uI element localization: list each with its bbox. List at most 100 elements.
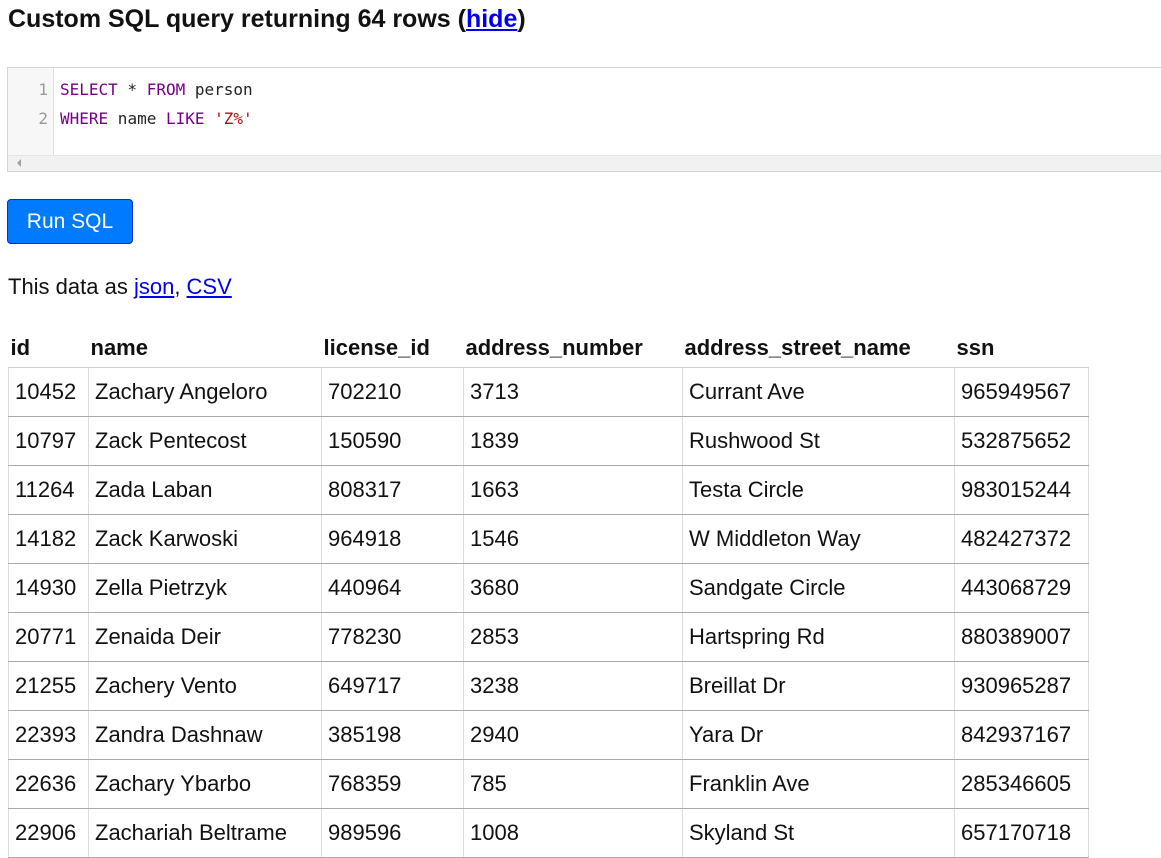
cell-address-street-name: Hartspring Rd	[682, 612, 955, 662]
cell-name: Zack Pentecost	[88, 416, 322, 466]
column-header-id: id	[8, 329, 89, 368]
sql-keyword: FROM	[146, 80, 186, 99]
line-code: WHERE name LIKE 'Z%'	[60, 104, 253, 133]
cell-ssn: 983015244	[954, 465, 1089, 515]
line-number: 2	[38, 109, 48, 128]
cell-address-street-name: Franklin Ave	[682, 759, 955, 809]
scroll-left-icon[interactable]	[17, 159, 21, 167]
page-title-suffix: )	[517, 5, 526, 33]
cell-id: 10797	[8, 416, 89, 466]
table-row: 10452 Zachary Angeloro 702210 3713 Currant A…	[8, 367, 1089, 417]
cell-license-id: 150590	[321, 416, 464, 466]
line-code: SELECT * FROM person	[60, 75, 253, 104]
horizontal-scrollbar[interactable]	[8, 155, 1161, 171]
cell-address-number: 3680	[463, 563, 683, 613]
cell-license-id: 989596	[321, 808, 464, 858]
cell-ssn: 532875652	[954, 416, 1089, 466]
cell-license-id: 385198	[321, 710, 464, 760]
results-table: id name license_id address_number address_st…	[8, 329, 1089, 858]
cell-ssn: 880389007	[954, 612, 1089, 662]
sql-string: 'Z%'	[214, 109, 253, 128]
sql-text: name	[108, 109, 166, 128]
line-number: 1	[38, 80, 48, 99]
cell-address-street-name: Currant Ave	[682, 367, 955, 417]
cell-id: 10452	[8, 367, 89, 417]
cell-address-number: 1008	[463, 808, 683, 858]
cell-name: Zachary Angeloro	[88, 367, 322, 417]
cell-address-number: 2853	[463, 612, 683, 662]
cell-ssn: 443068729	[954, 563, 1089, 613]
cell-name: Zachery Vento	[88, 661, 322, 711]
cell-address-street-name: W Middleton Way	[682, 514, 955, 564]
column-header-address-number: address_number	[463, 329, 683, 368]
cell-ssn: 842937167	[954, 710, 1089, 760]
cell-name: Zachariah Beltrame	[88, 808, 322, 858]
table-row: 22636 Zachary Ybarbo 768359 785 Franklin Ave…	[8, 759, 1089, 809]
sql-editor[interactable]: 1 SELECT * FROM person 2 WHERE name LIKE 'Z…	[7, 67, 1161, 172]
sql-text: *	[117, 80, 147, 99]
table-row: 14182 Zack Karwoski 964918 1546 W Middleton …	[8, 514, 1089, 564]
page-title-text: Custom SQL query returning 64 rows (	[8, 5, 466, 33]
cell-license-id: 808317	[321, 465, 464, 515]
column-header-address-street-name: address_street_name	[682, 329, 955, 368]
hide-sql-link[interactable]: hide	[466, 5, 517, 33]
cell-address-number: 1839	[463, 416, 683, 466]
cell-ssn: 930965287	[954, 661, 1089, 711]
table-row: 10797 Zack Pentecost 150590 1839 Rushwood St…	[8, 416, 1089, 466]
cell-name: Zack Karwoski	[88, 514, 322, 564]
cell-id: 14930	[8, 563, 89, 613]
cell-license-id: 778230	[321, 612, 464, 662]
cell-ssn: 965949567	[954, 367, 1089, 417]
cell-license-id: 702210	[321, 367, 464, 417]
cell-address-street-name: Breillat Dr	[682, 661, 955, 711]
table-row: 22906 Zachariah Beltrame 989596 1008 Skyland…	[8, 808, 1089, 858]
cell-id: 21255	[8, 661, 89, 711]
table-row: 20771 Zenaida Deir 778230 2853 Hartspring Rd…	[8, 612, 1089, 662]
run-sql-button[interactable]: Run SQL	[7, 199, 133, 244]
cell-id: 20771	[8, 612, 89, 662]
cell-address-number: 3713	[463, 367, 683, 417]
column-header-ssn: ssn	[954, 329, 1089, 368]
sql-keyword: SELECT	[60, 80, 118, 99]
table-row: 14930 Zella Pietrzyk 440964 3680 Sandgate Ci…	[8, 563, 1089, 613]
table-body: 10452 Zachary Angeloro 702210 3713 Currant A…	[8, 367, 1089, 858]
column-header-license-id: license_id	[321, 329, 464, 368]
cell-ssn: 285346605	[954, 759, 1089, 809]
cell-ssn: 482427372	[954, 514, 1089, 564]
sql-keyword: LIKE	[165, 109, 205, 128]
cell-address-number: 1663	[463, 465, 683, 515]
json-link[interactable]: json	[134, 274, 174, 299]
cell-name: Zella Pietrzyk	[88, 563, 322, 613]
cell-name: Zandra Dashnaw	[88, 710, 322, 760]
cell-address-number: 3238	[463, 661, 683, 711]
cell-address-street-name: Yara Dr	[682, 710, 955, 760]
column-header-name: name	[88, 329, 322, 368]
cell-name: Zenaida Deir	[88, 612, 322, 662]
cell-name: Zada Laban	[88, 465, 322, 515]
sql-text: person	[185, 80, 253, 99]
cell-license-id: 440964	[321, 563, 464, 613]
cell-id: 11264	[8, 465, 89, 515]
page-title: Custom SQL query returning 64 rows (hide…	[8, 3, 526, 35]
table-row: 22393 Zandra Dashnaw 385198 2940 Yara Dr 8429…	[8, 710, 1089, 760]
csv-link[interactable]: CSV	[187, 274, 232, 299]
table-header-row: id name license_id address_number address_st…	[8, 329, 1089, 368]
cell-license-id: 768359	[321, 759, 464, 809]
cell-address-street-name: Testa Circle	[682, 465, 955, 515]
cell-id: 22393	[8, 710, 89, 760]
cell-address-number: 2940	[463, 710, 683, 760]
cell-address-number: 1546	[463, 514, 683, 564]
cell-ssn: 657170718	[954, 808, 1089, 858]
sql-keyword: WHERE	[60, 109, 109, 128]
export-links: This data as json, CSV	[8, 272, 232, 302]
export-prefix: This data as	[8, 274, 134, 299]
export-separator: ,	[174, 274, 187, 299]
cell-address-street-name: Sandgate Circle	[682, 563, 955, 613]
cell-address-street-name: Skyland St	[682, 808, 955, 858]
table-row: 11264 Zada Laban 808317 1663 Testa Circle 983…	[8, 465, 1089, 515]
cell-id: 22636	[8, 759, 89, 809]
cell-address-street-name: Rushwood St	[682, 416, 955, 466]
cell-id: 22906	[8, 808, 89, 858]
cell-name: Zachary Ybarbo	[88, 759, 322, 809]
